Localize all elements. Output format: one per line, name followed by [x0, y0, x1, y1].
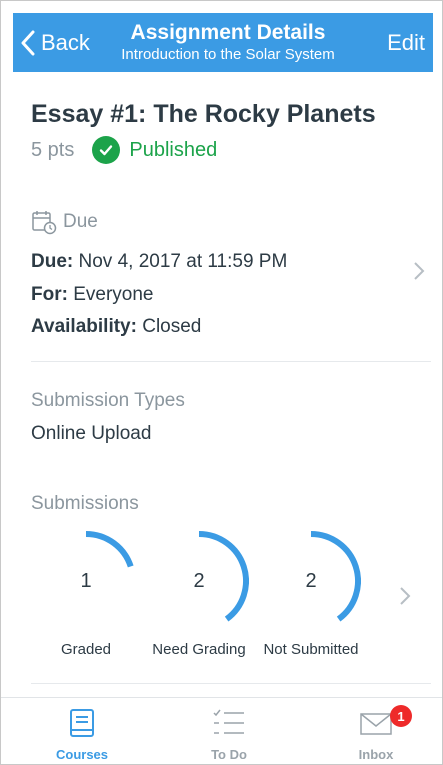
divider — [31, 361, 431, 362]
graded-count: 1 — [80, 570, 92, 592]
availability-label: Availability: — [31, 316, 137, 337]
points-label: 5 pts — [31, 138, 75, 161]
tab-todo[interactable]: To Do — [159, 698, 299, 764]
need-grading-count: 2 — [193, 570, 205, 592]
book-icon — [67, 708, 97, 745]
tab-inbox-label: Inbox — [358, 747, 394, 762]
chevron-left-icon — [21, 30, 35, 56]
calendar-clock-icon — [32, 211, 57, 235]
back-label: Back — [41, 30, 90, 55]
header-title-block: Assignment Details Introduction to the S… — [103, 21, 353, 65]
availability-value: Closed — [142, 316, 202, 337]
nav-header: Back Assignment Details Introduction to … — [13, 13, 433, 72]
submissions-heading: Submissions — [31, 493, 139, 514]
due-heading-label: Due — [63, 211, 98, 232]
due-chevron-right-icon[interactable] — [413, 257, 425, 288]
due-for-row[interactable]: For: Everyone — [31, 284, 154, 306]
back-button[interactable]: Back — [21, 29, 90, 57]
assignment-title: Essay #1: The Rocky Planets — [31, 100, 376, 128]
edit-button[interactable]: Edit — [387, 30, 425, 56]
tab-todo-label: To Do — [211, 747, 247, 762]
due-for-label: For: — [31, 284, 68, 305]
due-section-heading: Due — [31, 209, 98, 235]
envelope-icon — [359, 708, 393, 741]
published-check-icon — [92, 136, 121, 164]
submission-types-value: Online Upload — [31, 423, 152, 444]
checklist-icon — [212, 708, 246, 743]
need-grading-label: Need Grading — [152, 641, 246, 658]
inbox-unread-badge: 1 — [390, 705, 412, 727]
screen: Back Assignment Details Introduction to … — [0, 0, 443, 765]
tab-courses-label: Courses — [55, 747, 109, 762]
tab-bar: Courses To Do 1 Inbox — [1, 697, 442, 764]
due-date-value: Nov 4, 2017 at 11:59 PM — [78, 251, 288, 272]
divider — [31, 683, 431, 684]
submissions-chevron-right-icon[interactable] — [399, 582, 411, 613]
not-submitted-count: 2 — [305, 570, 317, 592]
assignment-meta: 5 pts Published — [31, 136, 217, 164]
page-subtitle: Introduction to the Solar System — [121, 46, 335, 63]
availability-row[interactable]: Availability: Closed — [31, 316, 201, 338]
due-date-label: Due: — [31, 251, 74, 272]
tab-inbox[interactable]: 1 Inbox — [306, 698, 442, 764]
not-submitted-label: Not Submitted — [263, 641, 359, 658]
submission-types-heading: Submission Types — [31, 390, 185, 411]
graded-label: Graded — [60, 641, 112, 658]
page-title: Assignment Details — [130, 21, 326, 44]
due-date-row[interactable]: Due: Nov 4, 2017 at 11:59 PM — [31, 251, 287, 273]
tab-courses[interactable]: Courses — [12, 698, 152, 764]
published-status: Published — [129, 138, 218, 161]
due-for-value: Everyone — [73, 284, 154, 305]
